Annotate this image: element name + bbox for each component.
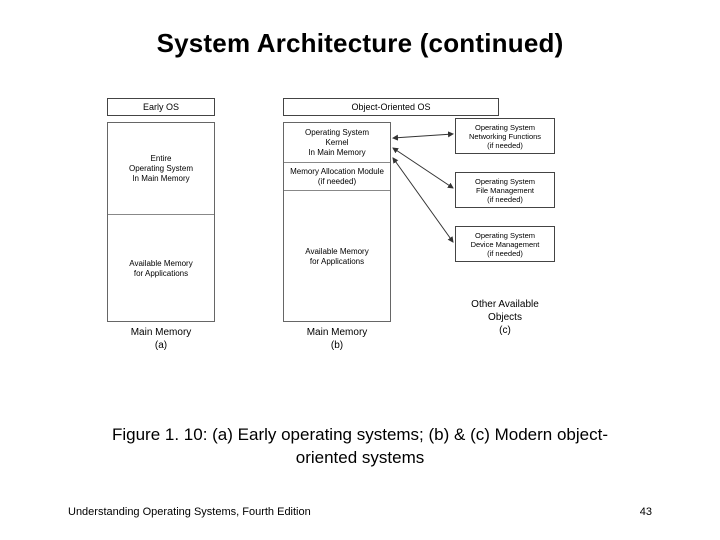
col-c-obj-networking: Operating SystemNetworking Functions(if … (455, 118, 555, 154)
col-b-header: Object-Oriented OS (283, 98, 499, 116)
col-b-label1: Main Memory (283, 326, 391, 339)
slide-title: System Architecture (continued) (0, 0, 720, 59)
col-b-mam-section: Memory Allocation Module(if needed) (284, 163, 390, 191)
col-b-label2: (b) (283, 339, 391, 352)
col-c-label3: (c) (455, 324, 555, 337)
col-a-label1: Main Memory (107, 326, 215, 339)
col-c-label2: Objects (455, 311, 555, 324)
figure-caption: Figure 1. 10: (a) Early operating system… (0, 424, 720, 470)
col-c-obj-device: Operating SystemDevice Management(if nee… (455, 226, 555, 262)
diagram-area: Early OS Object-Oriented OS EntireOperat… (95, 98, 655, 408)
col-b-kernel-section: Operating SystemKernelIn Main Memory (284, 123, 390, 163)
col-c-obj-filemgmt: Operating SystemFile Management(if neede… (455, 172, 555, 208)
footer-book: Understanding Operating Systems, Fourth … (68, 506, 311, 518)
footer-page: 43 (640, 506, 652, 518)
col-a-label2: (a) (107, 339, 215, 352)
col-a-avail-section: Available Memoryfor Applications (108, 215, 214, 323)
col-b-memory: Operating SystemKernelIn Main Memory Mem… (283, 122, 391, 322)
col-a-os-section: EntireOperating SystemIn Main Memory (108, 123, 214, 215)
col-c-label1: Other Available (455, 298, 555, 311)
col-a-memory: EntireOperating SystemIn Main Memory Ava… (107, 122, 215, 322)
col-a-header: Early OS (107, 98, 215, 116)
col-b-avail-section: Available Memoryfor Applications (284, 191, 390, 323)
